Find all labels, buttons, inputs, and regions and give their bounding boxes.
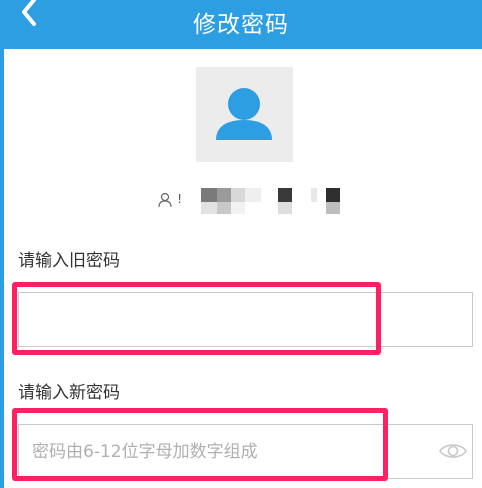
new-password-label: 请输入新密码: [18, 383, 120, 403]
eye-icon[interactable]: [438, 438, 468, 464]
left-accent-stripe: [0, 49, 4, 488]
new-password-field-container: [18, 424, 473, 479]
old-password-label: 请输入旧密码: [18, 251, 120, 271]
old-password-input[interactable]: [32, 293, 432, 346]
avatar[interactable]: [196, 67, 293, 162]
old-password-field-container: [18, 292, 473, 347]
person-outline-icon: [158, 192, 172, 208]
username-prefix: !: [176, 192, 184, 206]
new-password-input[interactable]: [32, 425, 432, 478]
app-header: 修改密码: [0, 0, 482, 49]
username-row: !: [155, 186, 355, 214]
page-title: 修改密码: [193, 12, 289, 38]
person-avatar-icon: [216, 88, 272, 140]
